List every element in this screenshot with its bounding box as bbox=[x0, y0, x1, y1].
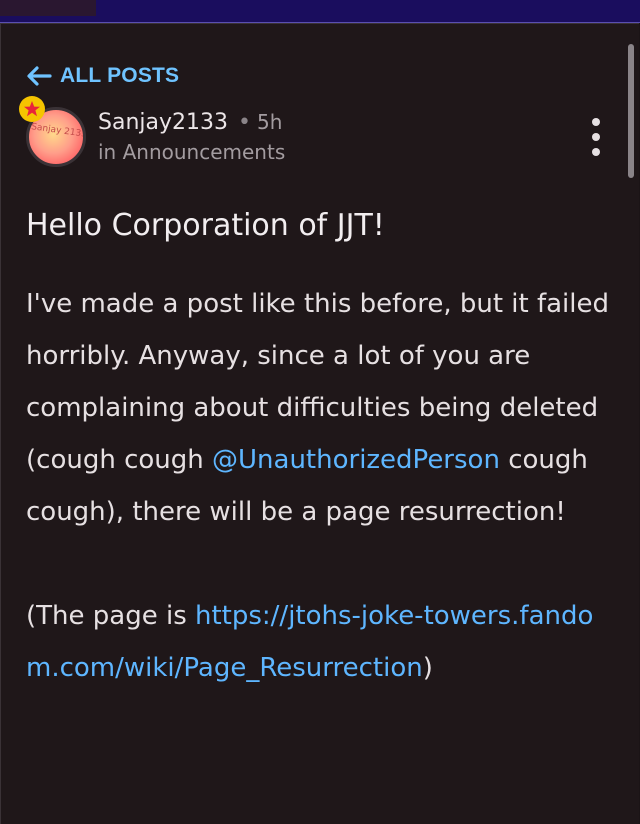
separator-dot: • bbox=[238, 110, 251, 135]
more-options-icon[interactable] bbox=[586, 118, 606, 156]
arrow-left-icon bbox=[27, 66, 52, 86]
star-badge-icon bbox=[19, 96, 45, 122]
all-posts-label: ALL POSTS bbox=[60, 64, 180, 87]
post-body: I've made a post like this before, but i… bbox=[26, 278, 616, 694]
top-bar-tab[interactable] bbox=[0, 0, 96, 16]
top-bar bbox=[0, 0, 640, 23]
post-time: 5h bbox=[256, 110, 283, 134]
paragraph-text: (The page is bbox=[26, 601, 195, 631]
paragraph-text: ) bbox=[422, 653, 433, 683]
post-category[interactable]: in Announcements bbox=[98, 140, 285, 164]
user-mention-link[interactable]: @UnauthorizedPerson bbox=[212, 445, 500, 475]
post-paragraph: (The page is https://jtohs-joke-towers.f… bbox=[26, 590, 616, 694]
scrollbar[interactable] bbox=[628, 44, 634, 178]
post-title: Hello Corporation of JJT! bbox=[26, 208, 385, 243]
author-line: Sanjay2133 • 5h bbox=[98, 110, 282, 135]
all-posts-link[interactable]: ALL POSTS bbox=[26, 64, 179, 88]
author-name[interactable]: Sanjay2133 bbox=[98, 110, 228, 135]
avatar-text: Sanjay 2133 bbox=[30, 122, 86, 140]
post-paragraph: I've made a post like this before, but i… bbox=[26, 278, 616, 538]
